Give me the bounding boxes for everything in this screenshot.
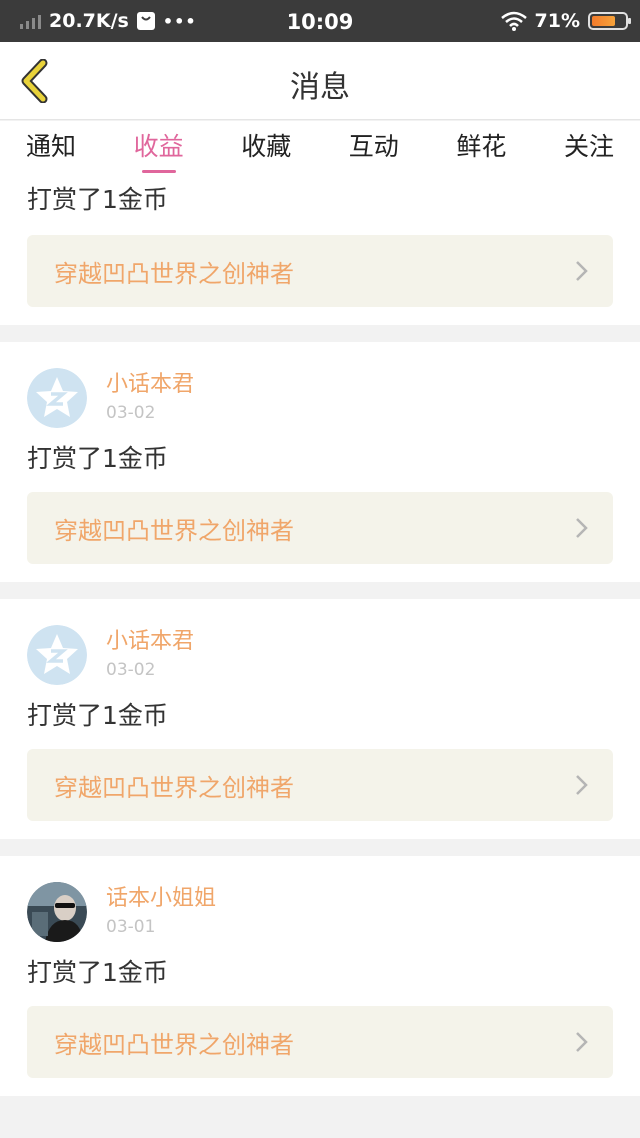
chevron-right-icon <box>576 1032 588 1052</box>
book-link[interactable]: 穿越凹凸世界之创神者 <box>27 492 613 564</box>
message-card: 小话本君 03-02 打赏了1金币 穿越凹凸世界之创神者 <box>0 599 640 839</box>
tab-follow[interactable]: 关注 <box>564 121 614 177</box>
header: 消息 <box>0 42 640 120</box>
chevron-right-icon <box>576 261 588 281</box>
user-meta: 小话本君 03-02 <box>106 628 194 682</box>
book-link[interactable]: 穿越凹凸世界之创神者 <box>27 749 613 821</box>
avatar[interactable] <box>27 882 87 942</box>
chevron-right-icon <box>576 775 588 795</box>
book-link[interactable]: 穿越凹凸世界之创神者 <box>27 1006 613 1078</box>
wifi-icon <box>500 11 527 31</box>
user-row[interactable]: 小话本君 03-02 <box>27 342 613 432</box>
tab-bar: 通知 收益 收藏 互动 鲜花 关注 <box>0 121 640 177</box>
avatar[interactable] <box>27 368 87 428</box>
tab-favorites[interactable]: 收藏 <box>241 121 291 177</box>
default-star-avatar-icon <box>27 625 87 685</box>
username[interactable]: 话本小姐姐 <box>106 885 216 913</box>
photo-avatar-icon <box>27 882 87 942</box>
chevron-right-icon <box>576 518 588 538</box>
book-title: 穿越凹凸世界之创神者 <box>54 773 294 802</box>
username[interactable]: 小话本君 <box>106 628 194 656</box>
battery-icon <box>588 12 631 30</box>
tab-earnings[interactable]: 收益 <box>134 121 184 177</box>
default-star-avatar-icon <box>27 368 87 428</box>
tab-notice[interactable]: 通知 <box>26 121 76 177</box>
book-title: 穿越凹凸世界之创神者 <box>54 1030 294 1059</box>
book-title: 穿越凹凸世界之创神者 <box>54 516 294 545</box>
tab-interaction[interactable]: 互动 <box>349 121 399 177</box>
tab-flowers[interactable]: 鲜花 <box>456 121 506 177</box>
message-text: 打赏了1金币 <box>27 701 168 730</box>
message-card: 话本小姐姐 03-01 打赏了1金币 穿越凹凸世界之创神者 <box>0 856 640 1096</box>
user-row[interactable]: 话本小姐姐 03-01 <box>27 856 613 946</box>
status-right: 71% <box>500 0 631 42</box>
user-row[interactable]: 小话本君 03-02 <box>27 599 613 689</box>
username[interactable]: 小话本君 <box>106 371 194 399</box>
message-text: 打赏了1金币 <box>27 444 168 473</box>
message-date: 03-02 <box>106 660 156 680</box>
page-title: 消息 <box>290 70 350 105</box>
message-text: 打赏了1金币 <box>27 958 168 987</box>
avatar[interactable] <box>27 625 87 685</box>
message-date: 03-01 <box>106 917 156 937</box>
message-card: 打赏了1金币 穿越凹凸世界之创神者 <box>0 177 640 325</box>
user-meta: 小话本君 03-02 <box>106 371 194 425</box>
book-title: 穿越凹凸世界之创神者 <box>54 259 294 288</box>
book-link[interactable]: 穿越凹凸世界之创神者 <box>27 235 613 307</box>
user-meta: 话本小姐姐 03-01 <box>106 885 216 939</box>
status-bar: 20.7K/s ••• 10:09 71% <box>0 0 640 42</box>
message-text: 打赏了1金币 <box>27 185 168 214</box>
message-date: 03-02 <box>106 403 156 423</box>
message-feed: 打赏了1金币 穿越凹凸世界之创神者 小话本君 03-02 打赏了1金币 穿越凹凸… <box>0 177 640 1113</box>
battery-percent: 71% <box>534 10 580 32</box>
message-card: 小话本君 03-02 打赏了1金币 穿越凹凸世界之创神者 <box>0 342 640 582</box>
